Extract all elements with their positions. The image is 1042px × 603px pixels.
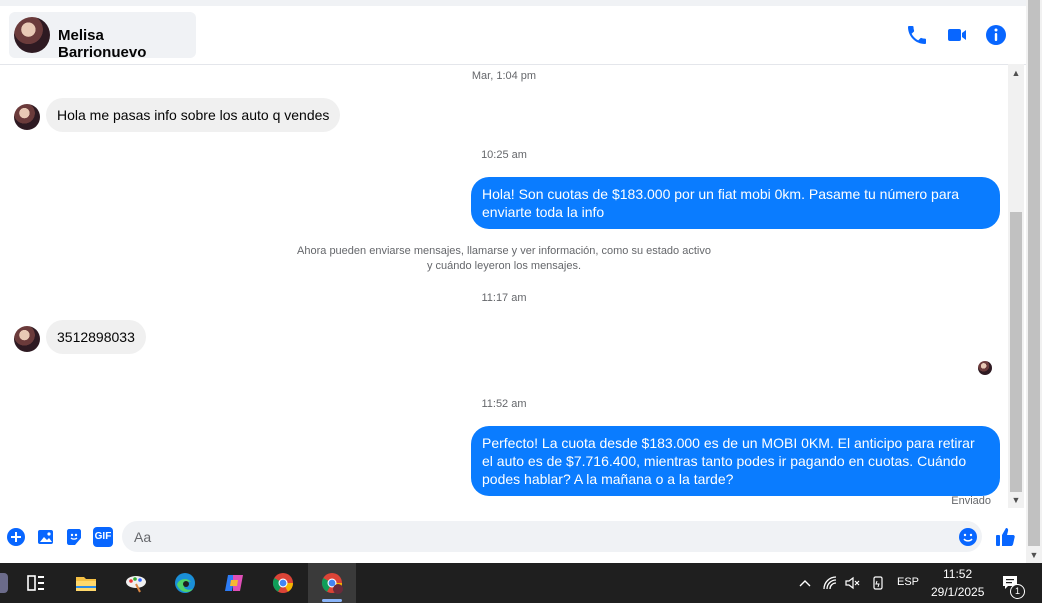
composer: GIF: [0, 514, 1026, 560]
volume-muted-icon[interactable]: [844, 575, 860, 591]
widgets-icon[interactable]: [24, 571, 48, 595]
battery-icon[interactable]: [870, 575, 886, 591]
outgoing-message[interactable]: Perfecto! La cuota desde $183.000 es de …: [471, 426, 1000, 496]
read-receipt-avatar: [978, 361, 992, 375]
clock-time[interactable]: 11:52: [943, 567, 972, 581]
message-status: Enviado: [951, 495, 991, 507]
notice-line: y cuándo leyeron los mensajes.: [426, 260, 582, 272]
plus-icon[interactable]: [6, 527, 26, 547]
chat-window: Melisa Barrionuevo Mar, 1:04 pm Hola me …: [0, 0, 1042, 563]
start-fragment-icon[interactable]: [0, 573, 8, 593]
timestamp: 10:25 am: [481, 149, 527, 161]
clock-date[interactable]: 29/1/2025: [931, 585, 984, 599]
message-input[interactable]: [122, 521, 982, 552]
contact-avatar-small: [14, 104, 40, 130]
info-notice: Ahora pueden enviarse mensajes, llamarse…: [254, 244, 754, 274]
incoming-message[interactable]: Hola me pasas info sobre los auto q vend…: [46, 98, 341, 132]
sticker-icon[interactable]: [64, 527, 84, 547]
info-icon[interactable]: [984, 23, 1008, 47]
file-explorer-icon[interactable]: [74, 571, 98, 595]
page-scroll-down-icon[interactable]: ▼: [1029, 550, 1039, 560]
gallery-icon[interactable]: [36, 527, 56, 547]
wifi-icon[interactable]: [822, 575, 838, 591]
timestamp: 11:17 am: [481, 292, 527, 304]
incoming-message[interactable]: 3512898033: [46, 320, 146, 354]
emoji-icon[interactable]: [958, 527, 978, 547]
chat-header: Melisa Barrionuevo: [0, 6, 1026, 65]
phone-icon[interactable]: [905, 23, 929, 47]
chrome-profile-icon[interactable]: [320, 571, 344, 595]
like-icon[interactable]: [994, 526, 1016, 548]
scroll-up-icon[interactable]: ▲: [1011, 68, 1021, 78]
chrome-icon[interactable]: [271, 571, 295, 595]
contact-info-button[interactable]: Melisa Barrionuevo: [9, 12, 196, 61]
contact-avatar-small: [14, 326, 40, 352]
timestamp: Mar, 1:04 pm: [471, 70, 537, 82]
notice-line: Ahora pueden enviarse mensajes, llamarse…: [297, 245, 711, 257]
copilot-icon[interactable]: [222, 571, 246, 595]
taskbar: ESP 11:52 29/1/2025 1: [0, 563, 1042, 603]
timestamp: 11:52 am: [481, 398, 527, 410]
edge-icon[interactable]: [173, 571, 197, 595]
paint-icon[interactable]: [124, 571, 148, 595]
notification-badge: 1: [1010, 584, 1025, 599]
contact-avatar: [14, 17, 50, 53]
contact-name: Melisa Barrionuevo: [58, 27, 147, 61]
messages-scrollbar-thumb[interactable]: [1010, 212, 1022, 492]
chevron-up-icon[interactable]: [797, 575, 813, 591]
scroll-down-icon[interactable]: ▼: [1011, 495, 1021, 505]
page-scrollbar-thumb[interactable]: [1028, 0, 1040, 546]
outgoing-message[interactable]: Hola! Son cuotas de $183.000 por un fiat…: [471, 177, 1000, 229]
gif-icon[interactable]: GIF: [93, 527, 113, 547]
language-indicator[interactable]: ESP: [897, 576, 919, 588]
video-icon[interactable]: [945, 23, 969, 47]
